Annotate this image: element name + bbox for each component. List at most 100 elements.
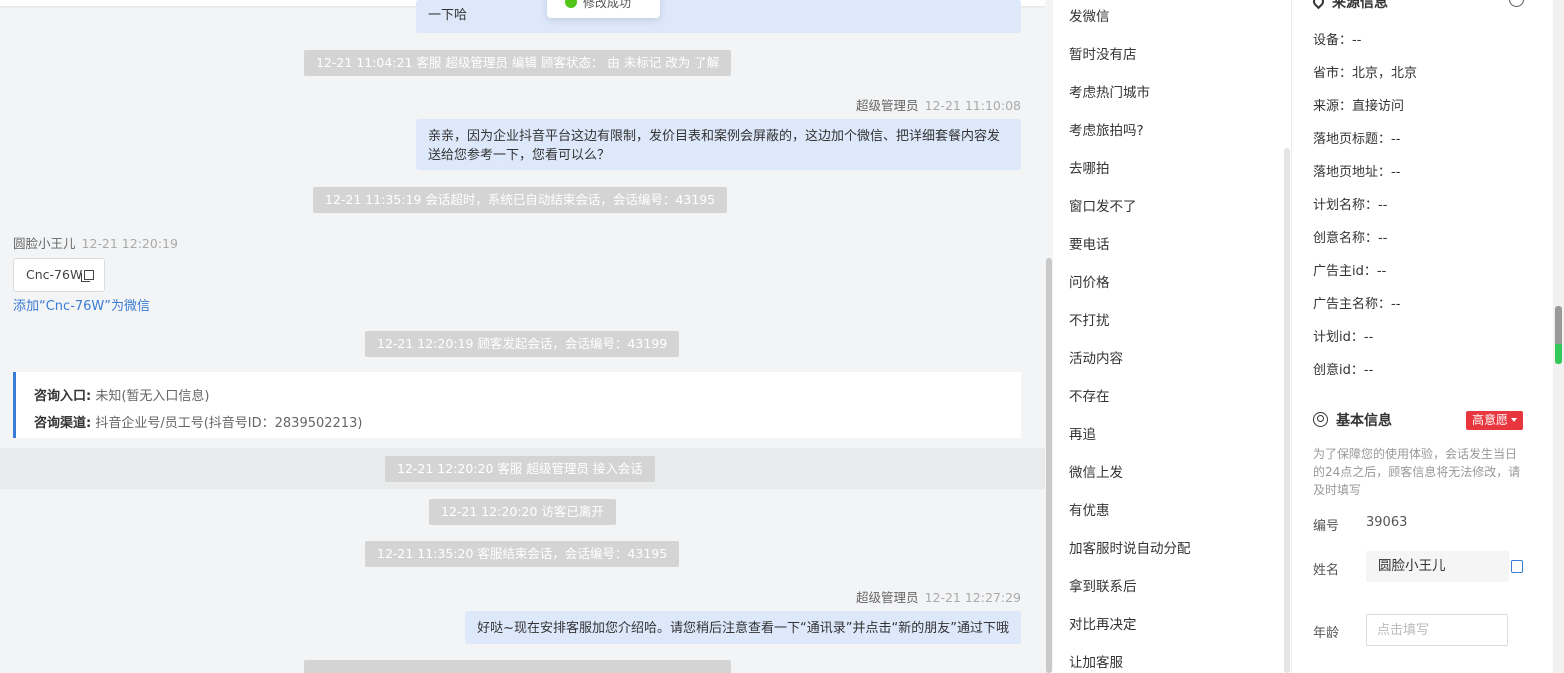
customer-info-panel: 来源信息 设备：-- 省市：北京，北京 来源：直接访问 落地页标题：-- 落地页地址：-… bbox=[1293, 0, 1564, 673]
source-info-value: -- bbox=[1363, 330, 1374, 345]
chat-area[interactable]: 一下哈 修改成功 12-21 11:04:21 客服 超级管理员 编辑 顾客状态… bbox=[0, 0, 1045, 673]
quick-reply-item[interactable]: 要电话 bbox=[1069, 233, 1110, 253]
add-wechat-link[interactable]: 添加“Cnc-76W”为微信 bbox=[13, 295, 150, 314]
source-info-title: 来源信息 bbox=[1310, 0, 1388, 12]
source-info-row: 省市：北京，北京 bbox=[1313, 62, 1417, 81]
message-bubble: 一下哈 bbox=[416, 0, 1021, 33]
source-info-key: 省市： bbox=[1313, 66, 1353, 81]
source-info-value: -- bbox=[1378, 231, 1388, 246]
quick-reply-item[interactable]: 去哪拍 bbox=[1069, 157, 1110, 177]
name-field[interactable]: 圆脸小王儿 bbox=[1366, 551, 1509, 582]
source-info-row: 创意id：-- bbox=[1313, 359, 1373, 378]
intent-label: 高意愿 bbox=[1472, 413, 1509, 427]
source-info-label: 来源信息 bbox=[1332, 0, 1388, 11]
location-pin-icon bbox=[1310, 0, 1327, 10]
intent-dropdown[interactable]: 高意愿 bbox=[1466, 411, 1524, 430]
quick-reply-item[interactable]: 窗口发不了 bbox=[1069, 195, 1137, 215]
quick-reply-item[interactable]: 不打扰 bbox=[1069, 309, 1110, 329]
message-bubble: 好哒~现在安排客服加您介绍哈。请您稍后注意查看一下“通讯录”并点击“新的朋友”通… bbox=[465, 611, 1021, 644]
source-info-key: 落地页地址： bbox=[1313, 165, 1392, 180]
system-message: 12-21 11:35:20 客服结束会话，会话编号：43195 bbox=[365, 541, 680, 567]
quick-reply-item[interactable]: 再追 bbox=[1069, 423, 1096, 443]
quick-reply-item[interactable]: 考虑热门城市 bbox=[1069, 81, 1150, 101]
basic-info-label: 基本信息 bbox=[1336, 413, 1392, 429]
system-message-partial bbox=[304, 660, 731, 673]
edit-icon[interactable] bbox=[1509, 0, 1524, 7]
copy-icon[interactable] bbox=[1511, 560, 1523, 573]
source-info-row: 广告主id：-- bbox=[1313, 260, 1386, 279]
source-info-value: -- bbox=[1391, 297, 1401, 312]
quick-reply-scrollbar[interactable] bbox=[1284, 148, 1290, 673]
source-info-row: 落地页标题：-- bbox=[1313, 128, 1400, 147]
source-info-key: 计划名称： bbox=[1313, 198, 1379, 213]
message-text: 一下哈 bbox=[428, 8, 468, 23]
chat-scroll-thumb[interactable] bbox=[1046, 258, 1052, 673]
quick-reply-item[interactable]: 有优惠 bbox=[1069, 499, 1110, 519]
copy-icon[interactable] bbox=[81, 270, 95, 282]
source-info-key: 广告主id： bbox=[1313, 264, 1377, 279]
wechat-id-card[interactable]: Cnc-76W bbox=[13, 258, 105, 292]
system-message: 12-21 12:20:20 访客已离开 bbox=[429, 499, 616, 525]
system-message: 12-21 12:20:19 顾客发起会话，会话编号：43199 bbox=[365, 331, 680, 357]
customer-meta: 圆脸小王儿 12-21 12:20:19 bbox=[13, 233, 178, 252]
id-label: 编号 bbox=[1313, 519, 1340, 534]
chat-scrollbar[interactable] bbox=[1045, 0, 1053, 673]
source-info-row: 计划名称：-- bbox=[1313, 194, 1387, 213]
entry-label: 咨询入口: bbox=[34, 389, 92, 404]
source-info-value: 北京，北京 bbox=[1352, 66, 1418, 81]
quick-reply-item[interactable]: 暂时没有店 bbox=[1069, 43, 1137, 63]
channel-row: 咨询渠道: 抖音企业号/员工号(抖音号ID：2839502213) bbox=[34, 410, 1021, 437]
quick-reply-item[interactable]: 问价格 bbox=[1069, 271, 1110, 291]
source-info-value: -- bbox=[1352, 33, 1362, 48]
quick-reply-item[interactable]: 加客服时说自动分配 bbox=[1069, 537, 1191, 557]
quick-reply-item[interactable]: 考虑旅拍吗? bbox=[1069, 119, 1144, 139]
age-label: 年龄 bbox=[1313, 626, 1340, 641]
source-info-value: -- bbox=[1391, 132, 1401, 147]
edit-notice: 为了保障您的使用体验，会话发生当日的24点之后，顾客信息将无法修改，请及时填写 bbox=[1313, 447, 1521, 497]
entry-value: 未知(暂无入口信息) bbox=[95, 389, 210, 404]
source-info-row: 创意名称：-- bbox=[1313, 227, 1387, 246]
quick-reply-item[interactable]: 不存在 bbox=[1069, 385, 1110, 405]
quick-reply-item[interactable]: 微信上发 bbox=[1069, 461, 1123, 481]
source-info-value: -- bbox=[1376, 264, 1387, 279]
source-info-row: 来源：直接访问 bbox=[1313, 95, 1404, 114]
source-info-key: 计划id： bbox=[1313, 330, 1364, 345]
entry-row: 咨询入口: 未知(暂无入口信息) bbox=[34, 383, 1021, 410]
quick-reply-item[interactable]: 让加客服 bbox=[1069, 651, 1123, 671]
quick-reply-item[interactable]: 活动内容 bbox=[1069, 347, 1123, 367]
name-label: 姓名 bbox=[1313, 563, 1340, 578]
source-info-key: 创意名称： bbox=[1313, 231, 1379, 246]
channel-value: 抖音企业号/员工号(抖音号ID：2839502213) bbox=[95, 416, 363, 431]
source-info-row: 计划id：-- bbox=[1313, 326, 1373, 345]
sender-name: 超级管理员 bbox=[856, 98, 919, 113]
age-input[interactable] bbox=[1366, 614, 1508, 646]
message-text: 好哒~现在安排客服加您介绍哈。请您稍后注意查看一下“通讯录”并点击“新的朋友”通… bbox=[477, 621, 1009, 636]
success-toast: 修改成功 bbox=[547, 0, 660, 18]
message-time: 12-21 12:27:29 bbox=[924, 590, 1021, 605]
message-time: 12-21 12:20:19 bbox=[81, 236, 178, 251]
system-message: 12-21 11:04:21 客服 超级管理员 编辑 顾客状态： 由 未标记 改… bbox=[304, 50, 732, 76]
consult-entry-card: 咨询入口: 未知(暂无入口信息) 咨询渠道: 抖音企业号/员工号(抖音号ID：2… bbox=[13, 372, 1021, 438]
quick-reply-item[interactable]: 对比再决定 bbox=[1069, 613, 1137, 633]
source-info-row: 广告主名称：-- bbox=[1313, 293, 1400, 312]
channel-label: 咨询渠道: bbox=[34, 416, 92, 431]
page-scrollbar[interactable] bbox=[1553, 0, 1564, 673]
check-icon bbox=[565, 0, 577, 8]
message-meta: 超级管理员 12-21 11:10:08 bbox=[856, 95, 1021, 114]
basic-info-title: 基本信息 bbox=[1313, 410, 1392, 430]
source-info-key: 落地页标题： bbox=[1313, 132, 1392, 147]
toast-text: 修改成功 bbox=[583, 0, 632, 10]
message-text: 亲亲，因为企业抖音平台这边有限制，发价目表和案例会屏蔽的，这边加个微信、把详细套… bbox=[428, 129, 1001, 163]
source-info-value: -- bbox=[1391, 165, 1401, 180]
system-message: 12-21 11:35:19 会话超时，系统已自动结束会话，会话编号：43195 bbox=[313, 187, 728, 213]
quick-reply-item[interactable]: 拿到联系后 bbox=[1069, 575, 1137, 595]
source-info-key: 创意id： bbox=[1313, 363, 1364, 378]
user-icon bbox=[1313, 412, 1328, 427]
quick-reply-item[interactable]: 发微信 bbox=[1069, 5, 1110, 25]
caret-down-icon bbox=[1511, 418, 1518, 422]
source-info-key: 广告主名称： bbox=[1313, 297, 1392, 312]
source-info-row: 设备：-- bbox=[1313, 29, 1361, 48]
source-info-row: 落地页地址：-- bbox=[1313, 161, 1400, 180]
source-info-key: 设备： bbox=[1313, 33, 1353, 48]
wechat-id: Cnc-76W bbox=[26, 267, 83, 282]
